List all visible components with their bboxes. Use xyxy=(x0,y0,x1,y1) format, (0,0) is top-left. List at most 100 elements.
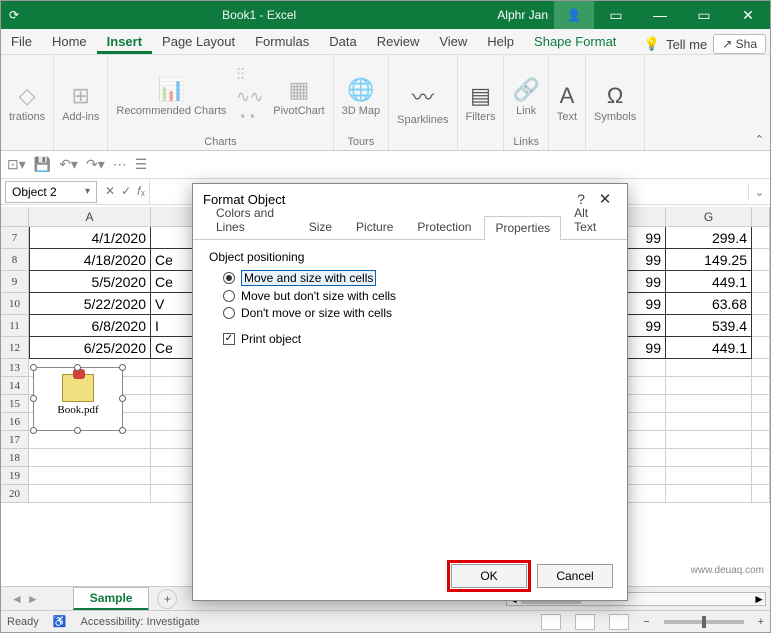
tab-page-layout[interactable]: Page Layout xyxy=(152,30,245,54)
autosave-toggle[interactable]: ⊡▾ xyxy=(7,156,26,173)
cell[interactable]: 299.4 xyxy=(666,227,752,249)
dialog-tab-picture[interactable]: Picture xyxy=(345,215,404,239)
cell[interactable]: 4/1/2020 xyxy=(29,227,151,249)
touch-mode-icon[interactable]: ☰ xyxy=(135,156,148,173)
new-sheet-button[interactable]: + xyxy=(157,589,177,609)
cell[interactable]: Ce xyxy=(151,337,197,359)
resize-handle[interactable] xyxy=(30,427,37,434)
resize-handle[interactable] xyxy=(30,395,37,402)
filters-button[interactable]: ▤Filters xyxy=(466,83,496,123)
chart-type-icon[interactable]: ◔◔ xyxy=(236,109,263,127)
undo-icon[interactable]: ↶▾ xyxy=(59,156,78,173)
cancel-formula-icon[interactable]: ✕ xyxy=(105,184,115,199)
collapse-ribbon-icon[interactable]: ⌃ xyxy=(755,133,764,146)
resize-handle[interactable] xyxy=(74,364,81,371)
row-header[interactable]: 9 xyxy=(1,271,29,293)
sparklines-button[interactable]: 〰Sparklines xyxy=(397,80,448,126)
row-header[interactable]: 20 xyxy=(1,485,29,503)
resize-handle[interactable] xyxy=(30,364,37,371)
resize-handle[interactable] xyxy=(119,395,126,402)
save-icon[interactable]: 💾 xyxy=(34,156,51,173)
tab-shape-format[interactable]: Shape Format xyxy=(524,30,626,54)
row-header[interactable]: 14 xyxy=(1,377,29,395)
dialog-tab-colors[interactable]: Colors and Lines xyxy=(205,201,296,239)
account-name[interactable]: Alphr Jan xyxy=(491,8,554,22)
accessibility-icon[interactable]: ♿ xyxy=(53,615,67,628)
checkbox-print-object[interactable]: ✓ Print object xyxy=(223,332,611,346)
sheet-nav-next-icon[interactable]: ► xyxy=(27,592,39,606)
resize-handle[interactable] xyxy=(74,427,81,434)
minimize-button[interactable]: — xyxy=(638,1,682,29)
ok-button[interactable]: OK xyxy=(451,564,527,588)
dialog-tab-alttext[interactable]: Alt Text xyxy=(563,201,615,239)
cell[interactable]: Ce xyxy=(151,249,197,271)
chevron-down-icon[interactable]: ▾ xyxy=(85,186,90,197)
share-button[interactable]: ↗ Sha xyxy=(713,34,766,54)
zoom-in-icon[interactable]: + xyxy=(758,616,764,628)
cell[interactable]: 5/5/2020 xyxy=(29,271,151,293)
close-button[interactable]: ✕ xyxy=(726,1,770,29)
col-header-A[interactable]: A xyxy=(29,207,151,227)
cell[interactable]: 449.1 xyxy=(666,337,752,359)
row-header[interactable]: 8 xyxy=(1,249,29,271)
chart-type-icon[interactable]: ∿∿ xyxy=(236,87,263,107)
row-header[interactable]: 19 xyxy=(1,467,29,485)
zoom-out-icon[interactable]: − xyxy=(643,616,649,628)
recommended-charts-button[interactable]: 📊Recommended Charts xyxy=(116,77,226,117)
col-header[interactable] xyxy=(151,207,197,227)
tab-insert[interactable]: Insert xyxy=(97,30,152,54)
tab-home[interactable]: Home xyxy=(42,30,97,54)
cell[interactable]: 4/18/2020 xyxy=(29,249,151,271)
dialog-tab-protection[interactable]: Protection xyxy=(406,215,482,239)
symbols-button[interactable]: ΩSymbols xyxy=(594,83,636,123)
row-header[interactable]: 7 xyxy=(1,227,29,249)
pivotchart-button[interactable]: ▦PivotChart xyxy=(273,77,324,117)
row-header[interactable]: 11 xyxy=(1,315,29,337)
tab-help[interactable]: Help xyxy=(477,30,524,54)
radio-move-only[interactable]: Move but don't size with cells xyxy=(223,289,611,303)
sheet-tab-sample[interactable]: Sample xyxy=(73,587,150,610)
cell[interactable]: 6/8/2020 xyxy=(29,315,151,337)
cell[interactable]: I xyxy=(151,315,197,337)
tab-view[interactable]: View xyxy=(429,30,477,54)
resize-handle[interactable] xyxy=(119,427,126,434)
tell-me[interactable]: Tell me xyxy=(666,37,707,52)
radio-dont-move[interactable]: Don't move or size with cells xyxy=(223,306,611,320)
cell[interactable]: 149.25 xyxy=(666,249,752,271)
dialog-tab-size[interactable]: Size xyxy=(298,215,343,239)
row-header[interactable]: 10 xyxy=(1,293,29,315)
dialog-tab-properties[interactable]: Properties xyxy=(484,216,561,240)
fx-icon[interactable]: 𝑓ₓ xyxy=(137,184,145,199)
3dmap-button[interactable]: 🌐3D Map xyxy=(342,77,381,117)
cell[interactable]: 6/25/2020 xyxy=(29,337,151,359)
qat-more-icon[interactable]: ⋯ xyxy=(113,156,127,173)
name-box[interactable]: Object 2 ▾ xyxy=(5,181,97,203)
zoom-slider[interactable] xyxy=(664,620,744,624)
maximize-button[interactable]: ▭ xyxy=(682,1,726,29)
row-header[interactable]: 13 xyxy=(1,359,29,377)
link-button[interactable]: 🔗Link xyxy=(512,77,539,117)
accessibility-status[interactable]: Accessibility: Investigate xyxy=(81,616,200,628)
cell[interactable]: 63.68 xyxy=(666,293,752,315)
cell[interactable]: 539.4 xyxy=(666,315,752,337)
tab-data[interactable]: Data xyxy=(319,30,366,54)
cell[interactable]: 5/22/2020 xyxy=(29,293,151,315)
cell[interactable]: 449.1 xyxy=(666,271,752,293)
select-all[interactable] xyxy=(1,207,29,227)
row-header[interactable]: 17 xyxy=(1,431,29,449)
row-header[interactable]: 16 xyxy=(1,413,29,431)
text-button[interactable]: AText xyxy=(557,83,577,123)
tab-file[interactable]: File xyxy=(1,30,42,54)
page-layout-view-button[interactable] xyxy=(575,614,595,630)
embedded-object[interactable]: Book.pdf xyxy=(33,367,123,431)
tab-formulas[interactable]: Formulas xyxy=(245,30,319,54)
row-header[interactable]: 12 xyxy=(1,337,29,359)
sheet-nav-prev-icon[interactable]: ◄ xyxy=(11,592,23,606)
normal-view-button[interactable] xyxy=(541,614,561,630)
chart-type-icon[interactable]: ⫶⫶ xyxy=(236,67,263,85)
addins-button[interactable]: ⊞Add-ins xyxy=(62,83,99,123)
cell[interactable] xyxy=(151,227,197,249)
page-break-view-button[interactable] xyxy=(609,614,629,630)
illustrations-button[interactable]: ◇trations xyxy=(9,83,45,123)
tab-review[interactable]: Review xyxy=(367,30,430,54)
